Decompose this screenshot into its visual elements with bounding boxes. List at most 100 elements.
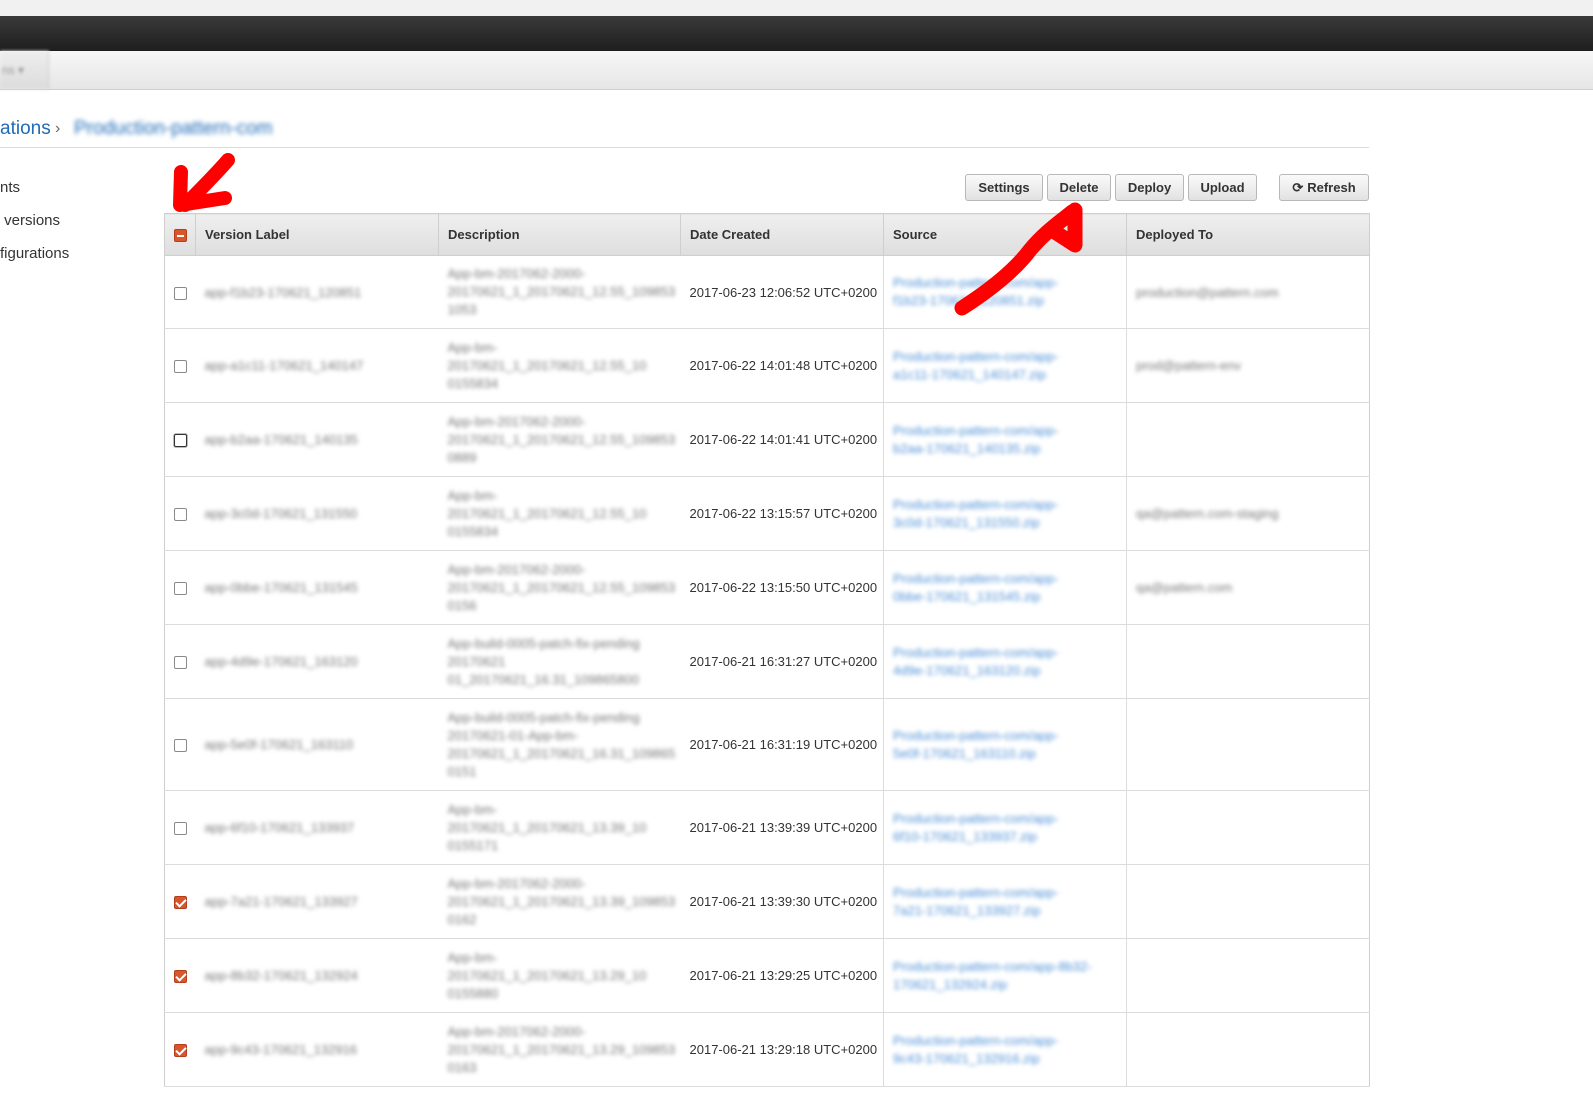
- breadcrumb-current-environment: Production-pattern-com: [74, 118, 273, 139]
- deployed-to-environment: qa@pattern.com: [1136, 580, 1233, 595]
- sidebar-item-environments[interactable]: nts: [0, 179, 20, 196]
- source-link[interactable]: 6f10-170621_133937.zip: [893, 828, 1126, 846]
- breadcrumb: ations › Production-pattern-com: [0, 118, 1369, 148]
- sidebar-item-application-versions[interactable]: versions: [0, 212, 60, 229]
- source-cell: Production-pattern-com/app- 3c0d-170621_1…: [883, 476, 1127, 551]
- table-row[interactable]: app-7a21-170621_133927 App-bm-2017062-200…: [164, 864, 1370, 939]
- column-header-date-created[interactable]: Date Created: [680, 213, 884, 256]
- table-row[interactable]: app-6f10-170621_133937 App-bm- 20170621_1_…: [164, 790, 1370, 865]
- row-checkbox[interactable]: [173, 286, 187, 300]
- row-checkbox[interactable]: [173, 970, 187, 984]
- deployed-to-environment: production@pattern.com: [1136, 284, 1279, 300]
- source-link[interactable]: 170621_132924.zip: [893, 976, 1126, 994]
- source-link[interactable]: a1c11-170621_140147.zip: [893, 366, 1126, 384]
- description-line: App-bm-2017062-2000-: [447, 1023, 586, 1039]
- table-row[interactable]: app-9c43-170621_132916 App-bm-2017062-200…: [164, 1012, 1370, 1087]
- source-link[interactable]: Production-pattern-com/app-: [893, 570, 1126, 588]
- row-checkbox[interactable]: [173, 508, 187, 522]
- row-checkbox[interactable]: [173, 360, 187, 374]
- source-link[interactable]: Production-pattern-com/app-: [893, 274, 1126, 292]
- source-link[interactable]: Production-pattern-com/app-8b32-: [893, 958, 1126, 976]
- select-all-checkbox[interactable]: [173, 229, 187, 243]
- table-row[interactable]: app-4d9e-170621_163120 App-build-0005-pat…: [164, 624, 1370, 699]
- row-select-cell: [164, 698, 196, 791]
- source-link[interactable]: 5e0f-170621_163110.zip: [893, 745, 1126, 763]
- column-header-description[interactable]: Description: [438, 213, 681, 256]
- source-link[interactable]: 9c43-170621_132916.zip: [893, 1050, 1126, 1068]
- description-line: App-bm-: [447, 339, 498, 355]
- row-checkbox[interactable]: [173, 1044, 187, 1058]
- row-checkbox[interactable]: [173, 896, 187, 910]
- version-label-cell: app-5e0f-170621_163110: [195, 698, 439, 791]
- table-row[interactable]: app-3c0d-170621_131550 App-bm- 20170621_1_…: [164, 476, 1370, 551]
- upload-button[interactable]: Upload: [1188, 174, 1257, 201]
- version-label: app-a1c11-170621_140147: [204, 358, 364, 373]
- breadcrumb-applications-link[interactable]: ations: [0, 118, 51, 140]
- browser-chrome: [0, 0, 1593, 16]
- source-link[interactable]: Production-pattern-com/app-: [893, 1032, 1126, 1050]
- source-link[interactable]: Production-pattern-com/app-: [893, 884, 1126, 902]
- date-created-cell: 2017-06-21 13:29:18 UTC+0200: [680, 1012, 884, 1087]
- date-created-cell: 2017-06-21 13:39:30 UTC+0200: [680, 864, 884, 939]
- row-checkbox[interactable]: [173, 582, 187, 596]
- source-link[interactable]: 0bbe-170621_131545.zip: [893, 588, 1126, 606]
- row-select-cell: [164, 938, 196, 1013]
- source-cell: Production-pattern-com/app-f1b23-170621_…: [883, 255, 1127, 329]
- row-checkbox[interactable]: [173, 739, 187, 753]
- column-header-version-label[interactable]: Version Label: [195, 213, 439, 256]
- table-row[interactable]: app-8b32-170621_132924 App-bm- 20170621_1_…: [164, 938, 1370, 1013]
- description-line: 20170621_1_20170621_16.31_109865: [447, 745, 676, 761]
- version-label: app-6f10-170621_133937: [204, 820, 355, 835]
- deployed-to-cell: [1126, 624, 1370, 699]
- description-line: 20170621: [447, 653, 506, 669]
- delete-button[interactable]: Delete: [1047, 174, 1111, 201]
- description-line: 20170621_1_20170621_12.55_109853: [447, 284, 676, 299]
- table-row[interactable]: app-a1c11-170621_140147 App-bm- 20170621_1…: [164, 328, 1370, 403]
- table-row[interactable]: app-5e0f-170621_163110 App-build-0005-pat…: [164, 698, 1370, 791]
- sidebar-item-saved-configurations[interactable]: figurations: [0, 245, 69, 262]
- source-link[interactable]: f1b23-170621_120851.zip: [893, 292, 1126, 310]
- table-row[interactable]: app-0bbe-170621_131545 App-bm-2017062-200…: [164, 550, 1370, 625]
- versions-table: Version Label Description Date Created S…: [164, 213, 1370, 1087]
- description-line: 0163: [447, 1059, 477, 1075]
- description-cell: App-bm- 20170621_1_20170621_12.55_10 01558…: [438, 476, 681, 551]
- row-select-cell: [164, 624, 196, 699]
- source-link[interactable]: Production-pattern-com/app-: [893, 727, 1126, 745]
- description-line: 0155834: [447, 375, 499, 391]
- source-link[interactable]: Production-pattern-com/app-: [893, 810, 1126, 828]
- row-checkbox[interactable]: [173, 434, 187, 448]
- refresh-button[interactable]: ⟳ Refresh: [1279, 174, 1369, 201]
- version-label-cell: app-7a21-170621_133927: [195, 864, 439, 939]
- source-link[interactable]: Production-pattern-com/app-: [893, 348, 1126, 366]
- table-row[interactable]: app-f1b23-170621_120851 App-bm-2017062-20…: [164, 255, 1370, 329]
- row-checkbox[interactable]: [173, 822, 187, 836]
- column-header-deployed-to[interactable]: Deployed To: [1126, 213, 1370, 256]
- description-line: App-bm-: [447, 487, 498, 503]
- date-created-cell: 2017-06-21 16:31:19 UTC+0200: [680, 698, 884, 791]
- source-link[interactable]: Production-pattern-com/app-: [893, 644, 1126, 662]
- deploy-button[interactable]: Deploy: [1115, 174, 1184, 201]
- version-label: app-8b32-170621_132924: [204, 968, 358, 983]
- deployed-to-cell: [1126, 790, 1370, 865]
- description-line: 20170621_1_20170621_13.39_109853: [447, 893, 676, 909]
- breadcrumb-separator: ›: [55, 120, 61, 137]
- settings-button[interactable]: Settings: [965, 174, 1043, 201]
- source-link[interactable]: Production-pattern-com/app-: [893, 422, 1126, 440]
- row-select-cell: [164, 1012, 196, 1087]
- description-line: App-bm-: [447, 949, 498, 965]
- source-link[interactable]: 3c0d-170621_131550.zip: [893, 514, 1126, 532]
- table-header-row: Version Label Description Date Created S…: [164, 213, 1370, 256]
- source-link[interactable]: b2aa-170621_140135.zip: [893, 440, 1126, 458]
- services-menu-tab[interactable]: ns ▾: [0, 51, 49, 89]
- source-link[interactable]: 7a21-170621_133927.zip: [893, 902, 1126, 920]
- row-checkbox[interactable]: [173, 656, 187, 670]
- description-line: 1053: [447, 302, 477, 317]
- description-line: 20170621_1_20170621_13.39_10: [447, 819, 647, 835]
- table-row[interactable]: app-b2aa-170621_140135 App-bm-2017062-200…: [164, 402, 1370, 477]
- deployed-to-environment: prod@pattern-env: [1136, 358, 1241, 373]
- version-label: app-3c0d-170621_131550: [204, 506, 358, 521]
- date-created-cell: 2017-06-22 13:15:50 UTC+0200: [680, 550, 884, 625]
- source-link[interactable]: 4d9e-170621_163120.zip: [893, 662, 1126, 680]
- source-link[interactable]: Production-pattern-com/app-: [893, 496, 1126, 514]
- column-header-source[interactable]: Source: [883, 213, 1127, 256]
